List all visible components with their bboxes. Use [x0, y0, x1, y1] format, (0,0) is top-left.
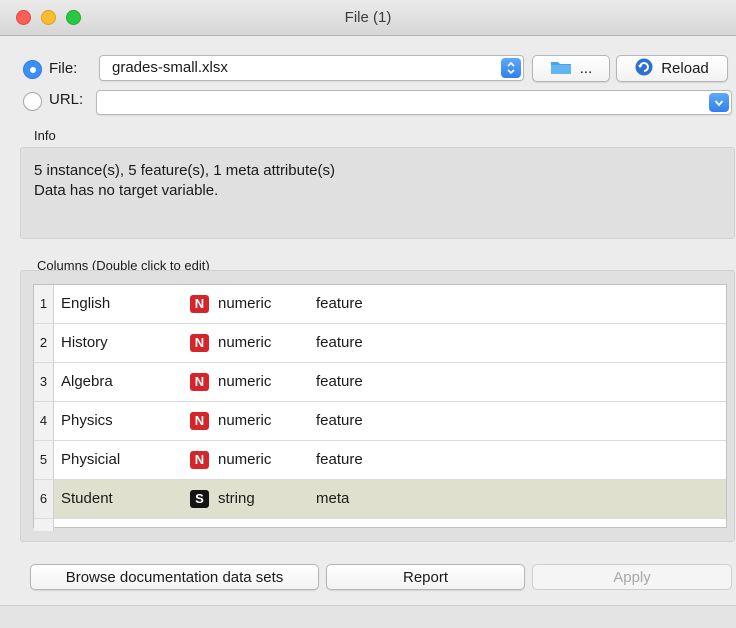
row-index: 2	[34, 324, 54, 362]
apply-label: Apply	[613, 568, 651, 586]
column-type-cell[interactable]: numeric	[218, 412, 271, 429]
status-bar	[0, 605, 736, 628]
numeric-type-icon: N	[190, 412, 209, 430]
browse-documentation-button[interactable]: Browse documentation data sets	[30, 564, 319, 590]
browse-file-label: ...	[579, 60, 593, 77]
columns-table: 1 English Nnumeric feature 2 History Nnumeric f…	[33, 284, 727, 531]
column-name-cell[interactable]: Student	[61, 490, 113, 507]
table-row[interactable]: 2 History Nnumeric feature	[34, 324, 726, 363]
url-label: URL:	[49, 91, 84, 108]
file-radio[interactable]	[23, 60, 42, 79]
report-label: Report	[402, 568, 449, 586]
column-role-cell[interactable]: meta	[316, 490, 349, 507]
row-index: 3	[34, 363, 54, 401]
table-row[interactable]: 3 Algebra Nnumeric feature	[34, 363, 726, 402]
up-down-chevron-icon[interactable]	[501, 58, 521, 78]
apply-button[interactable]: Apply	[532, 564, 732, 590]
file-combobox-value: grades-small.xlsx	[112, 59, 228, 76]
title-bar: File (1)	[0, 0, 736, 36]
url-combobox[interactable]	[96, 90, 732, 115]
column-role-cell[interactable]: feature	[316, 373, 363, 390]
browse-documentation-label: Browse documentation data sets	[65, 568, 284, 586]
folder-icon	[550, 59, 572, 79]
string-type-icon: S	[190, 490, 209, 508]
info-target: Data has no target variable.	[34, 182, 219, 199]
table-row[interactable]: 4 Physics Nnumeric feature	[34, 402, 726, 441]
reload-label: Reload	[661, 60, 709, 77]
row-index: 4	[34, 402, 54, 440]
info-heading: Info	[34, 128, 56, 143]
column-role-cell[interactable]: feature	[316, 412, 363, 429]
table-row[interactable]: 6 Student Sstring meta	[34, 480, 726, 519]
browse-file-button[interactable]: ...	[532, 55, 610, 82]
row-index: 5	[34, 441, 54, 479]
report-button[interactable]: Report	[326, 564, 525, 590]
info-summary: 5 instance(s), 5 feature(s), 1 meta attr…	[34, 162, 335, 179]
chevron-down-icon[interactable]	[709, 93, 729, 112]
column-type-cell[interactable]: numeric	[218, 373, 271, 390]
column-name-cell[interactable]: History	[61, 334, 108, 351]
column-type-cell[interactable]: numeric	[218, 334, 271, 351]
reload-button[interactable]: Reload	[616, 55, 728, 82]
info-box: 5 instance(s), 5 feature(s), 1 meta attr…	[20, 147, 735, 239]
table-row[interactable]: 1 English Nnumeric feature	[34, 285, 726, 324]
column-type-cell[interactable]: numeric	[218, 295, 271, 312]
column-role-cell[interactable]: feature	[316, 334, 363, 351]
row-index: 6	[34, 480, 54, 518]
column-name-cell[interactable]: English	[61, 295, 110, 312]
file-combobox[interactable]: grades-small.xlsx	[99, 55, 524, 81]
file-label: File:	[49, 60, 78, 77]
column-name-cell[interactable]: Physics	[61, 412, 113, 429]
table-row[interactable]: 5 Physicial Nnumeric feature	[34, 441, 726, 480]
row-index	[34, 519, 54, 531]
column-name-cell[interactable]: Physicial	[61, 451, 120, 468]
column-type-cell[interactable]: numeric	[218, 451, 271, 468]
numeric-type-icon: N	[190, 334, 209, 352]
numeric-type-icon: N	[190, 295, 209, 313]
row-index: 1	[34, 285, 54, 323]
column-role-cell[interactable]: feature	[316, 295, 363, 312]
numeric-type-icon: N	[190, 451, 209, 469]
column-type-cell[interactable]: string	[218, 490, 255, 507]
column-role-cell[interactable]: feature	[316, 451, 363, 468]
window-title: File (1)	[344, 9, 392, 26]
url-radio[interactable]	[23, 92, 42, 111]
column-name-cell[interactable]: Algebra	[61, 373, 113, 390]
empty-table-row	[34, 519, 726, 531]
reload-icon	[635, 58, 653, 80]
numeric-type-icon: N	[190, 373, 209, 391]
